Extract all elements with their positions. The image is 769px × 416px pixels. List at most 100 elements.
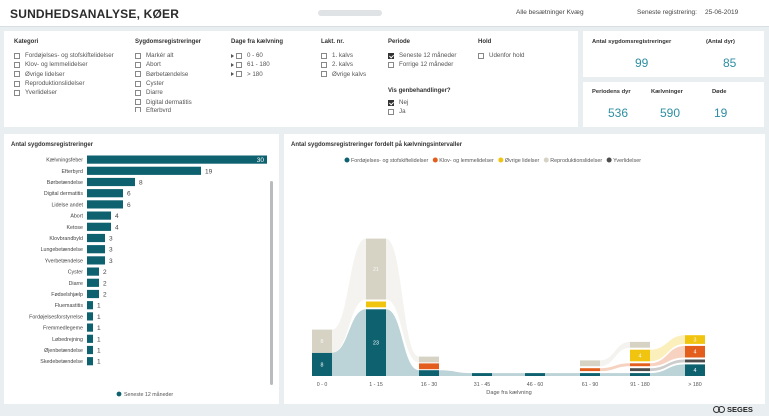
bar[interactable]	[87, 233, 105, 243]
stacked-segment[interactable]	[525, 373, 545, 376]
bar[interactable]	[87, 312, 93, 321]
filter-kategori-heading: Kategori	[14, 39, 39, 45]
bar-value-label: 3	[109, 236, 113, 243]
checkbox[interactable]	[135, 71, 141, 78]
stacked-segment[interactable]	[366, 301, 386, 308]
filter-kategori-option[interactable]: Klov- og lemmelidelser	[14, 60, 114, 69]
checkbox[interactable]	[14, 61, 20, 68]
stacked-segment[interactable]	[419, 370, 439, 376]
checkbox[interactable]	[135, 99, 141, 106]
filter-option-label: Ja	[399, 108, 406, 116]
checkbox[interactable]	[14, 52, 20, 59]
bar-category-label: Løbedrejning	[52, 337, 83, 343]
checkbox[interactable]	[321, 52, 327, 59]
filter-periode-option[interactable]: Forrige 12 måneder	[388, 60, 456, 69]
filter-sygdom-option[interactable]: Markér alt	[135, 51, 201, 60]
stacked-segment[interactable]	[630, 363, 650, 367]
filter-genbehandling-option[interactable]: Nej	[388, 98, 451, 107]
checkbox[interactable]	[14, 89, 20, 96]
checkbox[interactable]	[388, 52, 394, 59]
bar[interactable]	[87, 177, 135, 187]
checkbox[interactable]	[388, 61, 394, 68]
checkbox[interactable]	[135, 61, 141, 68]
filter-sygdom-option[interactable]: Børbetændelse	[135, 70, 201, 79]
bar[interactable]	[87, 222, 111, 231]
bar-category-label: Klovbrandbyld	[49, 236, 83, 242]
checkbox[interactable]	[135, 89, 141, 96]
checkbox[interactable]	[236, 61, 242, 68]
filter-dage-option[interactable]: 0 - 60	[231, 51, 283, 60]
filter-sygdom-option[interactable]: Digital dermatitis	[135, 97, 201, 106]
filter-kategori-option[interactable]: Øvrige lidelser	[14, 70, 114, 79]
filter-sygdom-option[interactable]: Efterbyrd	[135, 106, 201, 112]
filter-lakt-option[interactable]: 2. kalvs	[321, 60, 366, 69]
stacked-segment[interactable]	[685, 359, 705, 363]
expand-arrow-icon[interactable]	[231, 72, 234, 77]
filter-periode-heading: Periode	[388, 39, 411, 45]
stacked-segment[interactable]	[580, 373, 600, 376]
filter-option-label: Børbetændelse	[146, 70, 189, 78]
bar[interactable]	[87, 323, 93, 332]
checkbox[interactable]	[135, 106, 141, 112]
filter-kategori-option[interactable]: Reproduktionslidelser	[14, 79, 114, 88]
filter-kategori-option[interactable]: Fordøjelses- og stofskiftelidelser	[14, 51, 114, 60]
expand-arrow-icon[interactable]	[231, 53, 234, 58]
bar[interactable]	[87, 278, 99, 287]
checkbox[interactable]	[135, 52, 141, 59]
bar[interactable]	[87, 357, 93, 366]
bar[interactable]	[87, 245, 105, 254]
expand-arrow-icon[interactable]	[231, 62, 234, 67]
filter-genbehandling-option[interactable]: Ja	[388, 107, 451, 116]
filter-sygdom-option[interactable]: Diarre	[135, 88, 201, 97]
stacked-segment[interactable]	[580, 360, 600, 367]
kpi-animals-value: 85	[723, 56, 737, 70]
stacked-segment[interactable]	[419, 363, 439, 370]
checkbox[interactable]	[236, 71, 242, 78]
bar[interactable]	[87, 301, 93, 310]
bar[interactable]	[87, 345, 93, 355]
filter-dage-option[interactable]: > 180	[231, 70, 283, 79]
legend-label: Klov- og lemmelidelser	[439, 158, 494, 164]
bar[interactable]	[87, 256, 105, 265]
bar[interactable]	[87, 211, 111, 220]
filter-kategori-option[interactable]: Yverlidelser	[14, 88, 114, 97]
bar-category-label: Abort	[70, 214, 83, 220]
bar[interactable]	[87, 155, 267, 164]
bar[interactable]	[87, 267, 99, 276]
checkbox[interactable]	[321, 71, 327, 78]
stacked-segment[interactable]	[580, 368, 600, 372]
bar-value-label: 4	[115, 224, 119, 231]
bar[interactable]	[87, 189, 123, 198]
ribbon-chart: Fordøjelses- og stofskiftelidelser Klov- …	[312, 157, 705, 396]
bar[interactable]	[87, 334, 93, 343]
filter-sygdom-option[interactable]: Abort	[135, 60, 201, 69]
filters-panel: Kategori Fordøjelses- og stofskiftelidel…	[4, 31, 578, 127]
checkbox[interactable]	[388, 108, 394, 115]
checkbox[interactable]	[321, 61, 327, 68]
checkbox[interactable]	[388, 99, 394, 106]
bar[interactable]	[87, 166, 201, 175]
checkbox[interactable]	[14, 80, 20, 87]
filter-option-label: Cyster	[146, 80, 164, 88]
stacked-segment[interactable]	[630, 368, 650, 372]
scrollbar[interactable]	[270, 181, 273, 385]
checkbox[interactable]	[135, 80, 141, 87]
filter-periode-option[interactable]: Seneste 12 måneder	[388, 51, 456, 60]
filter-option-label: 2. kalvs	[332, 61, 353, 69]
filter-lakt-option[interactable]: 1. kalvs	[321, 51, 366, 60]
filter-lakt-option[interactable]: Øvrige kalvs	[321, 70, 366, 79]
herd-selector[interactable]: Alle besætninger Kvæg	[516, 9, 584, 16]
filter-dage-option[interactable]: 61 - 180	[231, 60, 283, 69]
checkbox[interactable]	[478, 52, 484, 59]
bar[interactable]	[87, 289, 99, 299]
filter-sygdom-option[interactable]: Cyster	[135, 79, 201, 88]
checkbox[interactable]	[14, 71, 20, 78]
stacked-segment[interactable]	[472, 373, 492, 376]
filter-hold-option[interactable]: Udenfor hold	[478, 51, 524, 60]
x-tick-label: 91 - 180	[630, 382, 649, 388]
checkbox[interactable]	[236, 52, 242, 59]
stacked-segment[interactable]	[630, 341, 650, 348]
stacked-segment[interactable]	[419, 356, 439, 363]
bar[interactable]	[87, 200, 123, 209]
stacked-segment[interactable]	[630, 373, 650, 376]
